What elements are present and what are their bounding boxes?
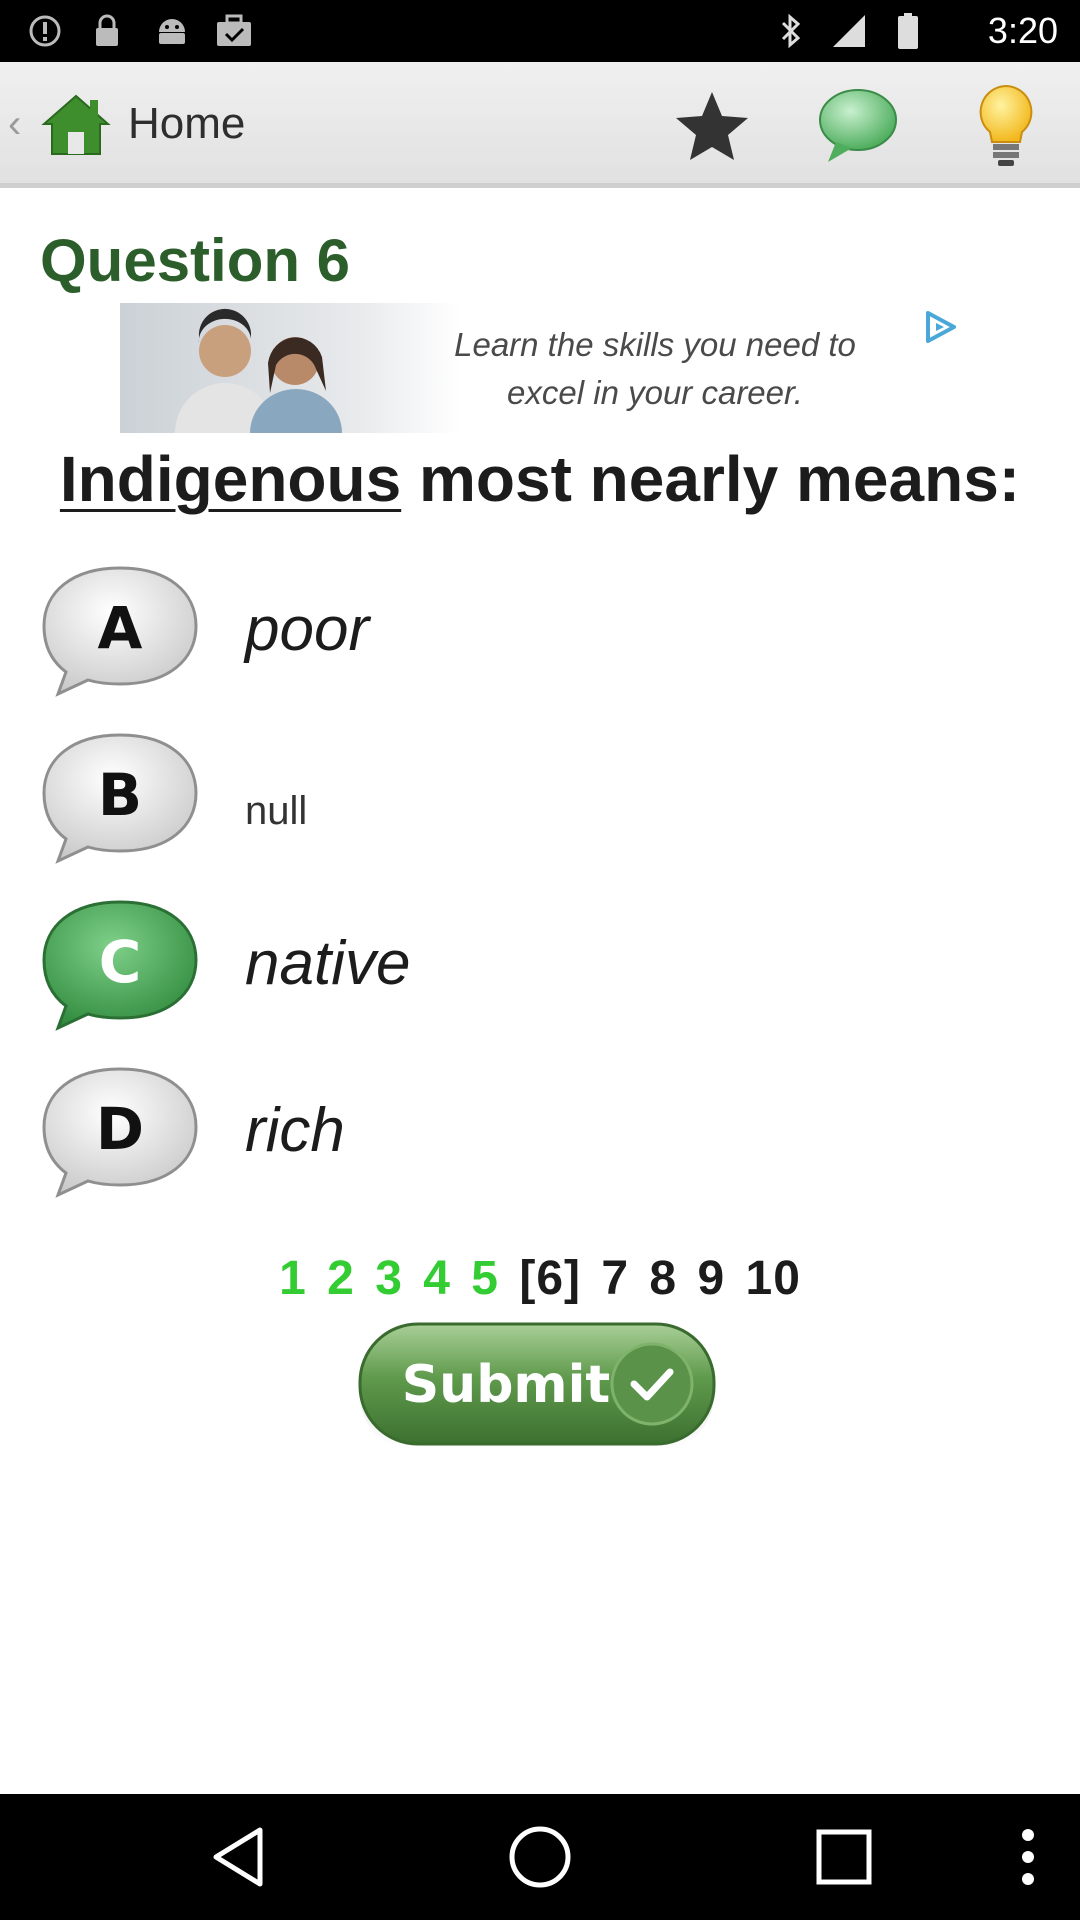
option-b-text[interactable]: null (245, 773, 307, 849)
option-d-text[interactable]: rich (245, 1093, 345, 1169)
ad-choices-icon[interactable] (920, 307, 960, 347)
question-progress: 1 2 3 4 5 [6] 7 8 9 10 (0, 1250, 1080, 1308)
option-c-letter: C (99, 928, 142, 996)
progress-item[interactable]: 3 (375, 1252, 403, 1305)
ad-text-line-2: excel in your career. (507, 374, 803, 411)
option-b[interactable]: B null (40, 731, 1040, 871)
option-b-letter: B (98, 761, 142, 829)
question-rest: most nearly means: (401, 443, 1021, 515)
ad-text-line-1: Learn the skills you need to (454, 326, 856, 363)
progress-item[interactable]: 8 (649, 1252, 677, 1305)
progress-item[interactable]: 9 (697, 1252, 725, 1305)
navigation-bar (0, 1794, 1080, 1920)
clock-time: 3:20 (987, 10, 1058, 51)
option-d[interactable]: D rich (40, 1065, 1040, 1205)
option-a-bubble-icon[interactable]: A (40, 564, 200, 699)
bluetooth-icon (776, 12, 806, 50)
option-c[interactable]: C native (40, 898, 1040, 1038)
home-nav-icon[interactable] (502, 1819, 578, 1895)
option-c-text[interactable]: native (245, 926, 410, 1002)
back-icon[interactable] (200, 1819, 276, 1895)
option-a-text[interactable]: poor (245, 592, 369, 668)
recent-apps-icon[interactable] (806, 1819, 882, 1895)
progress-item[interactable]: 2 (327, 1252, 355, 1305)
progress-item[interactable]: 4 (423, 1252, 451, 1305)
option-b-bubble-icon[interactable]: B (40, 731, 200, 866)
submit-label: Submit (402, 1355, 611, 1415)
option-c-bubble-icon[interactable]: C (40, 898, 200, 1033)
question-prompt: Indigenous most nearly means: (0, 440, 1080, 518)
progress-current: [6] (519, 1252, 582, 1305)
back-chevron-icon[interactable]: ‹ (8, 102, 21, 146)
android-icon (154, 12, 190, 50)
alert-icon (26, 12, 64, 50)
submit-button[interactable]: Submit (356, 1320, 718, 1454)
lightbulb-icon[interactable] (964, 84, 1048, 168)
progress-item[interactable]: 7 (601, 1252, 629, 1305)
chat-bubble-icon[interactable] (816, 84, 900, 168)
ad-banner[interactable]: Learn the skills you need to excel in yo… (120, 303, 960, 433)
battery-icon (896, 12, 920, 50)
status-bar: 3:20 (0, 0, 1080, 62)
progress-item[interactable]: 1 (279, 1252, 307, 1305)
progress-item[interactable]: 10 (746, 1252, 801, 1305)
option-d-bubble-icon[interactable]: D (40, 1065, 200, 1200)
overflow-menu-icon[interactable] (990, 1819, 1066, 1895)
option-a-letter: A (98, 594, 143, 662)
star-icon[interactable] (670, 84, 754, 168)
signal-icon (830, 12, 868, 50)
app-screen: 3:20 ‹ Home Question 6 Learn the skills … (0, 0, 1080, 1920)
option-a[interactable]: A poor (40, 564, 1040, 704)
question-word: Indigenous (59, 443, 402, 515)
option-d-letter: D (96, 1095, 144, 1163)
action-bar: ‹ Home (0, 62, 1080, 188)
question-title: Question 6 (40, 227, 351, 294)
lock-icon (92, 12, 122, 50)
briefcase-check-icon (214, 12, 254, 50)
home-icon[interactable] (40, 92, 112, 158)
ad-text: Learn the skills you need to excel in yo… (375, 321, 935, 417)
home-label[interactable]: Home (128, 98, 245, 150)
progress-item[interactable]: 5 (471, 1252, 499, 1305)
